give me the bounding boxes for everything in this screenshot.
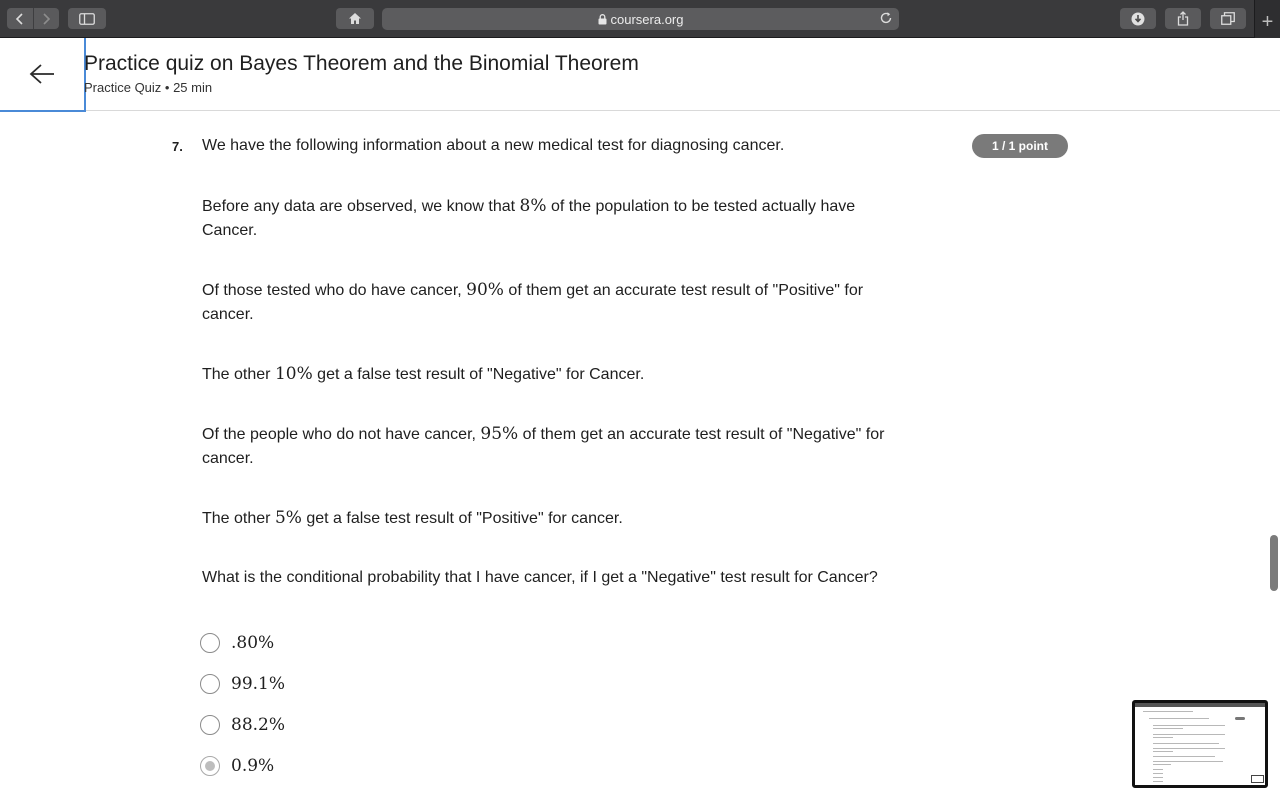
page-subtitle: Practice Quiz • 25 min: [84, 80, 213, 95]
thumbnail-line: [1153, 761, 1223, 762]
scrollbar-thumb[interactable]: [1270, 535, 1278, 591]
radio-button-selected[interactable]: [200, 756, 220, 776]
question-number: 7.: [172, 139, 183, 154]
option-label: 0.9%: [231, 756, 275, 776]
thumbnail-line: [1153, 743, 1219, 744]
question-paragraph: The other 5% get a false test result of …: [202, 506, 902, 531]
radio-button[interactable]: [200, 633, 220, 653]
paragraph-text: The other: [202, 510, 275, 527]
answer-option[interactable]: 99.1%: [200, 672, 285, 696]
paragraph-text: Of those tested who do have cancer,: [202, 282, 467, 299]
thumbnail-line: [1143, 711, 1193, 712]
page-thumbnail-preview[interactable]: [1132, 700, 1268, 788]
reload-icon[interactable]: [879, 11, 893, 25]
points-badge: 1 / 1 point: [972, 134, 1068, 158]
sidebar-icon: [79, 12, 95, 25]
math-value: 90%: [466, 280, 504, 300]
lock-icon: [598, 13, 606, 24]
thumbnail-line: [1153, 737, 1173, 738]
option-label: .80%: [231, 633, 275, 653]
chevron-left-icon: [15, 12, 23, 25]
tabs-button[interactable]: [1210, 8, 1246, 29]
thumbnail-line: [1149, 718, 1209, 719]
thumbnail-line: [1153, 728, 1183, 729]
radio-dot: [205, 761, 215, 771]
question-paragraph: Before any data are observed, we know th…: [202, 194, 902, 243]
chevron-right-icon: [43, 12, 51, 25]
url-text: coursera.org: [610, 11, 684, 27]
answer-option[interactable]: 88.2%: [200, 713, 285, 737]
math-value: 95%: [480, 424, 519, 444]
answer-option[interactable]: .80%: [200, 631, 274, 655]
back-to-course-button[interactable]: [0, 38, 86, 112]
thumbnail-toolbar: [1135, 703, 1265, 707]
thumbnail-line: [1153, 748, 1225, 749]
sidebar-button[interactable]: [68, 8, 106, 29]
home-button[interactable]: [336, 8, 374, 29]
question-intro: We have the following information about …: [202, 137, 785, 154]
option-label: 88.2%: [231, 715, 286, 735]
radio-button[interactable]: [200, 715, 220, 735]
thumbnail-line: [1153, 751, 1173, 752]
arrow-left-icon: [29, 64, 54, 84]
nav-buttons: [7, 8, 59, 29]
new-tab-button[interactable]: +: [1254, 0, 1280, 38]
thumbnail-line: [1153, 734, 1225, 735]
question-paragraph: Of those tested who do have cancer, 90% …: [202, 278, 902, 327]
paragraph-text: get a false test result of "Positive" fo…: [301, 510, 623, 527]
question-prompt: What is the conditional probability that…: [202, 569, 878, 586]
address-bar[interactable]: coursera.org: [382, 8, 899, 30]
page-title: Practice quiz on Bayes Theorem and the B…: [84, 52, 639, 75]
paragraph-text: get a false test result of "Negative" fo…: [312, 366, 645, 383]
thumbnail-line: [1153, 756, 1215, 757]
browser-toolbar: coursera.org +: [0, 0, 1280, 38]
question-paragraph: The other 10% get a false test result of…: [202, 362, 902, 387]
thumbnail-badge: [1235, 717, 1245, 720]
thumbnail-line: [1153, 725, 1225, 726]
back-button[interactable]: [7, 8, 33, 29]
download-button[interactable]: [1120, 8, 1156, 29]
forward-button[interactable]: [32, 8, 60, 29]
thumbnail-line: [1153, 773, 1163, 774]
thumbnail-line: [1153, 764, 1171, 765]
paragraph-text: The other: [202, 366, 275, 383]
thumbnail-line: [1153, 781, 1163, 782]
radio-button[interactable]: [200, 674, 220, 694]
quiz-header: Practice quiz on Bayes Theorem and the B…: [0, 38, 1280, 112]
question-paragraph: Of the people who do not have cancer, 95…: [202, 422, 902, 471]
math-value: 5%: [274, 508, 302, 528]
thumbnail-frame: [1251, 775, 1264, 783]
thumbnail-line: [1153, 769, 1163, 770]
option-label: 99.1%: [231, 674, 286, 694]
share-button[interactable]: [1165, 8, 1201, 29]
answer-option-selected[interactable]: 0.9%: [200, 754, 274, 778]
paragraph-text: Before any data are observed, we know th…: [202, 198, 520, 215]
math-value: 10%: [274, 364, 313, 384]
home-icon: [349, 13, 361, 24]
paragraph-text: Of the people who do not have cancer,: [202, 426, 481, 443]
share-icon: [1177, 11, 1189, 26]
thumbnail-line: [1153, 777, 1163, 778]
math-value: 8%: [519, 196, 547, 216]
tabs-icon: [1221, 12, 1235, 25]
download-icon: [1131, 12, 1145, 25]
plus-icon: +: [1261, 10, 1274, 33]
